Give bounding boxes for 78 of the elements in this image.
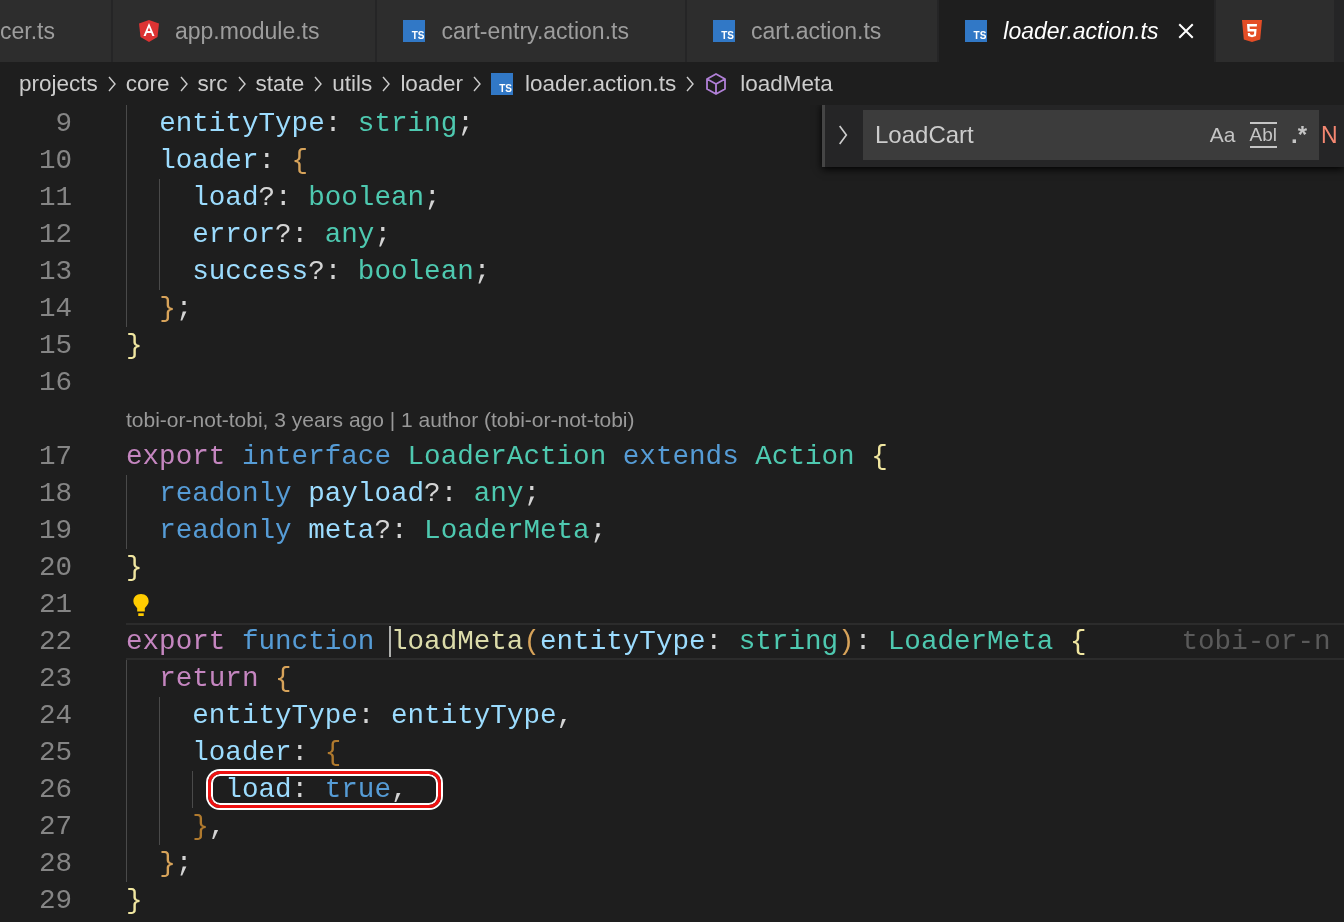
lightbulb-icon[interactable] [132, 592, 150, 617]
line-number: 14 [37, 293, 72, 324]
code-line: readonly meta?: LoaderMeta; [159, 515, 607, 546]
editor-tab[interactable]: TS cart-entry.action.ts [377, 0, 685, 62]
line-number: 27 [37, 811, 72, 842]
close-icon[interactable] [1177, 22, 1196, 40]
code-line: entityType: entityType, [192, 700, 574, 731]
ts-file-icon: TS [712, 20, 735, 42]
line-number: 25 [37, 737, 72, 768]
line-number: 24 [37, 700, 72, 731]
code-line: readonly payload?: any; [159, 478, 540, 509]
line-number: 23 [37, 663, 72, 694]
ts-file-icon: TS [403, 20, 426, 42]
cube-icon [704, 71, 729, 96]
codelens-text[interactable]: tobi-or-not-tobi, 3 years ago | 1 author (tobi-or-not-tobi) [126, 407, 635, 432]
breadcrumb-item[interactable]: utils [332, 70, 373, 97]
code-line: } [126, 330, 143, 361]
line-number: 28 [37, 848, 72, 879]
editor-tab[interactable]: TS loader.action.ts [939, 0, 1215, 62]
shield-logo-icon [138, 20, 159, 42]
result-count: N [1321, 121, 1338, 149]
line-number: 16 [37, 367, 72, 398]
code-line: }; [159, 848, 193, 879]
chevron-right-icon [236, 75, 247, 92]
code-line: entityType: string; [159, 108, 474, 139]
code-line: } [126, 885, 143, 916]
chevron-right-icon [471, 75, 482, 92]
code-line: export function loadMeta(entityType: string): LoaderMeta { [126, 626, 1087, 657]
line-number: 13 [37, 256, 72, 287]
chevron-right-icon [685, 75, 696, 92]
editor-tab[interactable] [1216, 0, 1335, 62]
breadcrumb-item[interactable]: state [255, 70, 305, 97]
breadcrumb-item[interactable]: projects [19, 70, 98, 97]
line-number: 11 [37, 182, 72, 213]
breadcrumb-item[interactable]: loadMeta [704, 70, 833, 97]
line-number: 20 [37, 552, 72, 583]
line-number: 18 [37, 478, 72, 509]
chevron-right-icon [313, 75, 324, 92]
highlighted-code: load: true, [208, 771, 441, 808]
chevron-right-icon[interactable] [837, 125, 849, 145]
breadcrumb-item[interactable]: core [125, 70, 170, 97]
editor-tab[interactable]: TS cart.action.ts [686, 0, 938, 62]
code-line: loader: { [192, 737, 342, 768]
code-line: error?: any; [192, 219, 391, 250]
match-case-toggle[interactable]: Aa [1209, 123, 1236, 147]
blame-annotation: tobi-or-n [1181, 626, 1331, 657]
ts-file-icon: TS [965, 20, 988, 42]
whole-word-toggle[interactable]: Abl [1249, 122, 1277, 148]
editor-tab[interactable]: cer.ts [0, 0, 111, 62]
shield-logo-icon [1242, 20, 1263, 42]
code-line: }; [159, 293, 193, 324]
line-number: 22 [37, 626, 72, 657]
line-number: 29 [37, 885, 72, 916]
line-number: 12 [37, 219, 72, 250]
editor-tab[interactable]: app.module.ts [112, 0, 376, 62]
code-line: } [126, 552, 143, 583]
line-number: 9 [54, 108, 72, 139]
chevron-right-icon [381, 75, 392, 92]
code-line: success?: boolean; [192, 256, 491, 287]
code-line: export interface LoaderAction extends Action { [126, 441, 888, 472]
line-number: 15 [37, 330, 72, 361]
chevron-right-icon [106, 75, 117, 92]
line-number: 26 [37, 774, 72, 805]
code-line: }, [192, 811, 226, 842]
find-input[interactable]: LoadCart Aa Abl .* [863, 110, 1319, 160]
code-line: return { [159, 663, 292, 694]
ts-file-icon: TS [490, 72, 513, 95]
breadcrumb-item[interactable]: loader [400, 70, 463, 97]
line-number: 17 [37, 441, 72, 472]
breadcrumb-item[interactable]: TS loader.action.ts [490, 70, 677, 97]
line-number: 10 [37, 145, 72, 176]
regex-toggle[interactable]: .* [1291, 121, 1307, 149]
code-line: load?: boolean; [192, 182, 441, 213]
chevron-right-icon [178, 75, 189, 92]
line-number: 21 [37, 589, 72, 620]
breadcrumb-item[interactable]: src [197, 70, 228, 97]
code-line: loader: { [159, 145, 309, 176]
line-number: 19 [37, 515, 72, 546]
